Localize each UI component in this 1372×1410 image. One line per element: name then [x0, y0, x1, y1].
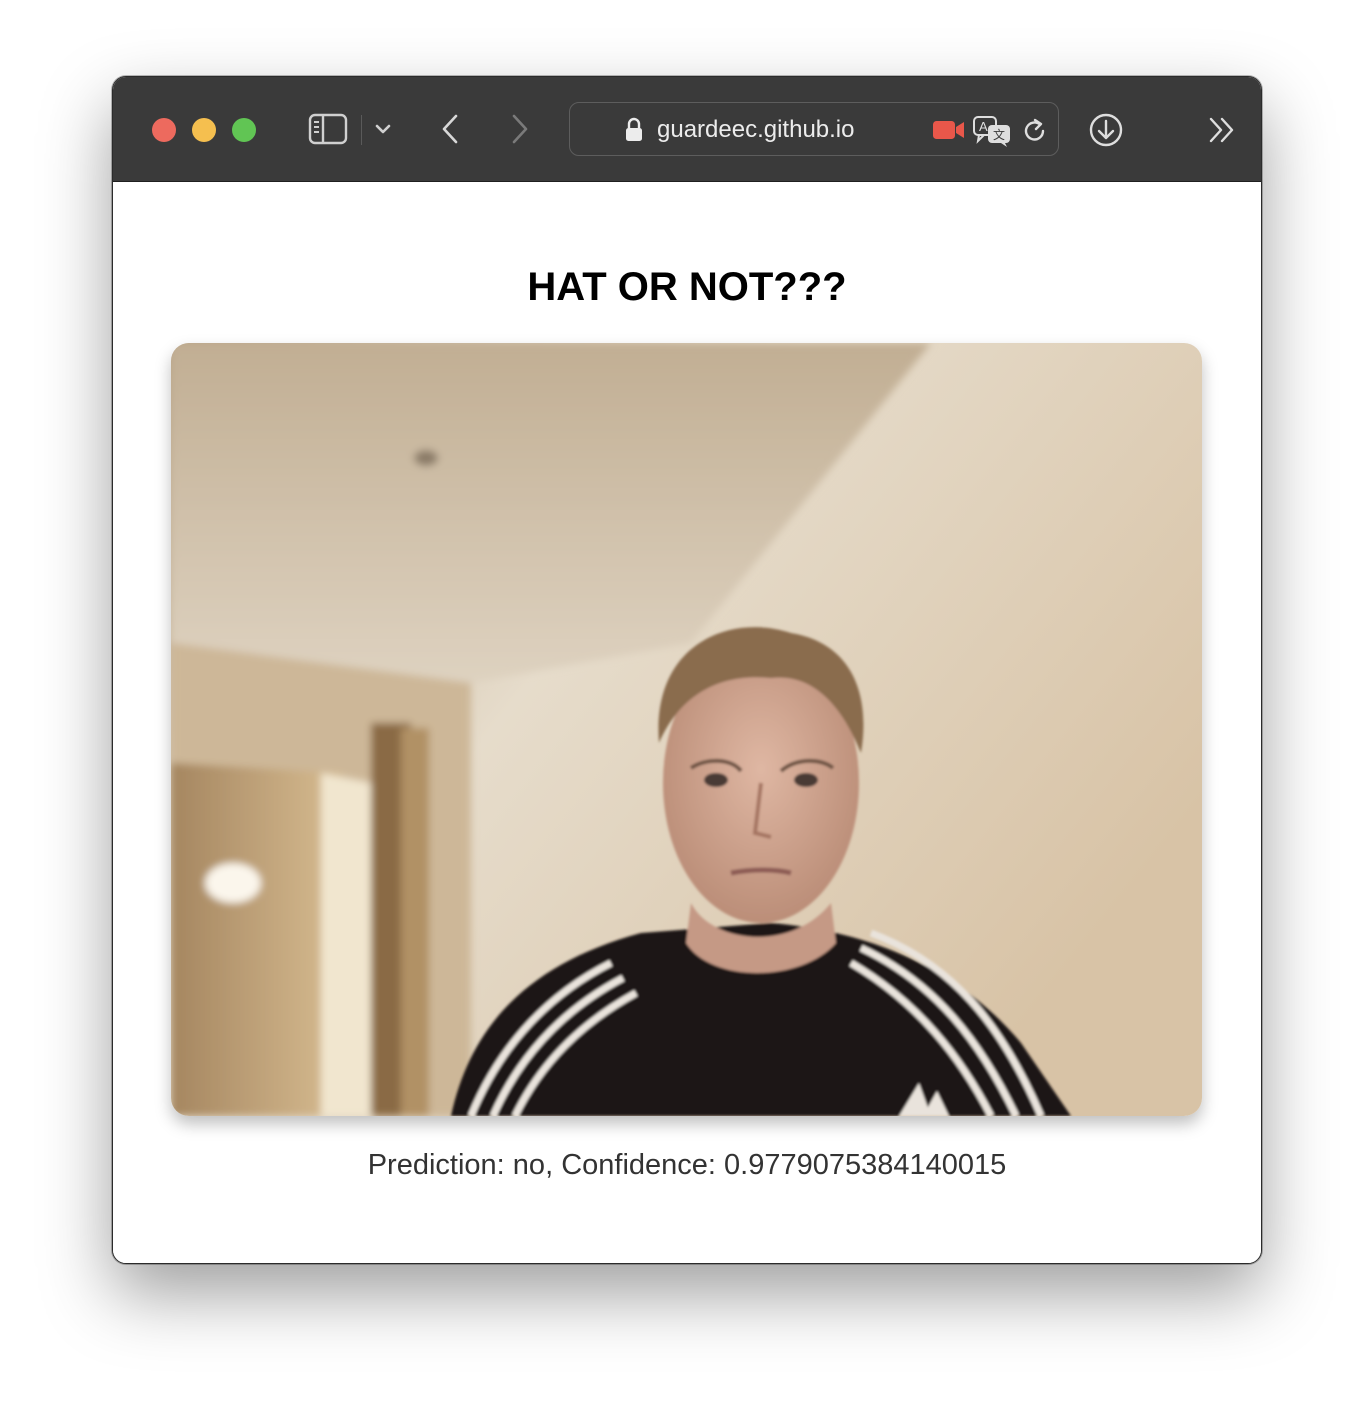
- browser-window: guardeec.github.io A 文 HAT OR NOT??? Pre…: [112, 76, 1262, 1264]
- prediction-label: Prediction:: [367, 1149, 505, 1181]
- svg-text:文: 文: [993, 127, 1005, 142]
- webcam-video: [171, 343, 1202, 1116]
- chevron-left-icon: [442, 114, 458, 144]
- chevron-right-icon: [512, 114, 528, 144]
- back-button[interactable]: [435, 111, 465, 147]
- camera-icon[interactable]: [932, 119, 966, 141]
- translate-icon[interactable]: A 文: [972, 115, 1014, 147]
- toolbar-separator: [361, 115, 362, 145]
- prediction-value: no: [512, 1149, 546, 1181]
- reload-icon[interactable]: [1020, 116, 1050, 146]
- browser-toolbar: guardeec.github.io A 文: [113, 77, 1261, 182]
- svg-text:A: A: [979, 119, 988, 134]
- confidence-value: 0.9779075384140015: [724, 1149, 1007, 1181]
- zoom-window-button[interactable]: [232, 118, 256, 142]
- forward-button[interactable]: [505, 111, 535, 147]
- double-chevron-right-icon[interactable]: [1205, 115, 1239, 145]
- close-window-button[interactable]: [152, 118, 176, 142]
- address-bar[interactable]: guardeec.github.io A 文: [569, 102, 1059, 156]
- sidebar-icon[interactable]: [307, 111, 349, 147]
- webcam-frame-image: [171, 343, 1202, 1116]
- url-text: guardeec.github.io: [657, 116, 855, 143]
- minimize-window-button[interactable]: [192, 118, 216, 142]
- page-title: HAT OR NOT???: [527, 265, 847, 309]
- chevron-down-icon[interactable]: [371, 117, 395, 141]
- prediction-text: Prediction: no, Confidence: 0.9779075384…: [367, 1149, 1007, 1181]
- page-content: HAT OR NOT??? Prediction: no, Confidence…: [113, 182, 1261, 1263]
- lock-icon: [622, 117, 646, 143]
- download-icon[interactable]: [1087, 111, 1125, 149]
- confidence-label: Confidence:: [561, 1149, 716, 1181]
